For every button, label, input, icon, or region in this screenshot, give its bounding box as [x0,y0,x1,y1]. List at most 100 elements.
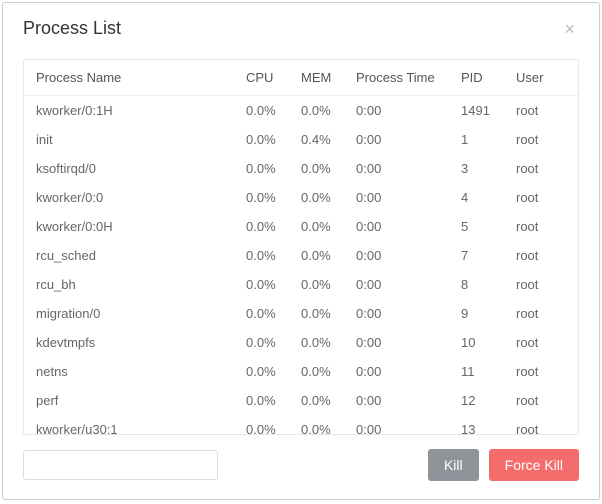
cell-time: 0:00 [344,299,449,328]
cell-mem: 0.0% [289,183,344,212]
cell-mem: 0.0% [289,241,344,270]
cell-time: 0:00 [344,96,449,125]
cell-user: root [504,154,578,183]
cell-cpu: 0.0% [234,328,289,357]
cell-pid: 4 [449,183,504,212]
cell-pid: 13 [449,415,504,434]
table-row[interactable]: perf0.0%0.0%0:0012root [24,386,578,415]
cell-pid: 1491 [449,96,504,125]
cell-mem: 0.0% [289,212,344,241]
cell-user: root [504,299,578,328]
process-list-modal: Process List × Process Name CPU MEM Proc… [2,2,600,500]
table-row[interactable]: netns0.0%0.0%0:0011root [24,357,578,386]
cell-user: root [504,270,578,299]
cell-mem: 0.0% [289,415,344,434]
cell-name: init [24,125,234,154]
column-header-user[interactable]: User [504,60,578,96]
table-row[interactable]: kworker/u30:10.0%0.0%0:0013root [24,415,578,434]
cell-name: rcu_sched [24,241,234,270]
modal-header: Process List × [3,3,599,51]
cell-mem: 0.0% [289,299,344,328]
cell-mem: 0.0% [289,357,344,386]
modal-body: Process Name CPU MEM Process Time PID Us… [3,51,599,435]
cell-time: 0:00 [344,125,449,154]
filter-input[interactable] [23,450,218,480]
column-header-pid[interactable]: PID [449,60,504,96]
cell-time: 0:00 [344,241,449,270]
cell-time: 0:00 [344,270,449,299]
cell-time: 0:00 [344,183,449,212]
cell-user: root [504,125,578,154]
modal-footer: Kill Force Kill [3,435,599,499]
cell-pid: 9 [449,299,504,328]
force-kill-button[interactable]: Force Kill [489,449,579,481]
table-row[interactable]: init0.0%0.4%0:001root [24,125,578,154]
cell-name: ksoftirqd/0 [24,154,234,183]
table-row[interactable]: rcu_sched0.0%0.0%0:007root [24,241,578,270]
cell-cpu: 0.0% [234,212,289,241]
cell-name: kworker/u30:1 [24,415,234,434]
kill-button[interactable]: Kill [428,449,479,481]
table-row[interactable]: ksoftirqd/00.0%0.0%0:003root [24,154,578,183]
cell-user: root [504,212,578,241]
cell-mem: 0.0% [289,386,344,415]
column-header-time[interactable]: Process Time [344,60,449,96]
cell-cpu: 0.0% [234,183,289,212]
cell-pid: 7 [449,241,504,270]
cell-user: root [504,357,578,386]
cell-pid: 1 [449,125,504,154]
cell-cpu: 0.0% [234,154,289,183]
column-header-cpu[interactable]: CPU [234,60,289,96]
cell-pid: 8 [449,270,504,299]
cell-user: root [504,241,578,270]
table-row[interactable]: rcu_bh0.0%0.0%0:008root [24,270,578,299]
table-row[interactable]: migration/00.0%0.0%0:009root [24,299,578,328]
cell-user: root [504,328,578,357]
cell-cpu: 0.0% [234,386,289,415]
cell-cpu: 0.0% [234,415,289,434]
cell-mem: 0.4% [289,125,344,154]
cell-cpu: 0.0% [234,125,289,154]
cell-user: root [504,386,578,415]
cell-cpu: 0.0% [234,241,289,270]
cell-mem: 0.0% [289,328,344,357]
cell-user: root [504,415,578,434]
cell-time: 0:00 [344,386,449,415]
cell-time: 0:00 [344,357,449,386]
cell-name: kworker/0:0 [24,183,234,212]
cell-time: 0:00 [344,415,449,434]
table-row[interactable]: kworker/0:1H0.0%0.0%0:001491root [24,96,578,125]
cell-name: kworker/0:1H [24,96,234,125]
process-table-container: Process Name CPU MEM Process Time PID Us… [23,59,579,435]
cell-name: kworker/0:0H [24,212,234,241]
column-header-name[interactable]: Process Name [24,60,234,96]
cell-pid: 11 [449,357,504,386]
cell-pid: 12 [449,386,504,415]
cell-cpu: 0.0% [234,96,289,125]
table-row[interactable]: kworker/0:0H0.0%0.0%0:005root [24,212,578,241]
cell-name: netns [24,357,234,386]
column-header-mem[interactable]: MEM [289,60,344,96]
cell-name: migration/0 [24,299,234,328]
modal-title: Process List [23,18,121,39]
cell-name: rcu_bh [24,270,234,299]
cell-name: kdevtmpfs [24,328,234,357]
cell-time: 0:00 [344,154,449,183]
cell-user: root [504,183,578,212]
table-row[interactable]: kdevtmpfs0.0%0.0%0:0010root [24,328,578,357]
process-table-body: kworker/0:1H0.0%0.0%0:001491rootinit0.0%… [24,96,578,434]
cell-pid: 3 [449,154,504,183]
table-row[interactable]: kworker/0:00.0%0.0%0:004root [24,183,578,212]
cell-mem: 0.0% [289,96,344,125]
cell-cpu: 0.0% [234,357,289,386]
close-button[interactable]: × [560,20,579,38]
cell-user: root [504,96,578,125]
process-table-header: Process Name CPU MEM Process Time PID Us… [24,60,578,96]
cell-pid: 5 [449,212,504,241]
cell-cpu: 0.0% [234,299,289,328]
cell-pid: 10 [449,328,504,357]
cell-time: 0:00 [344,212,449,241]
process-table-scroll[interactable]: kworker/0:1H0.0%0.0%0:001491rootinit0.0%… [24,96,578,434]
cell-mem: 0.0% [289,154,344,183]
cell-cpu: 0.0% [234,270,289,299]
